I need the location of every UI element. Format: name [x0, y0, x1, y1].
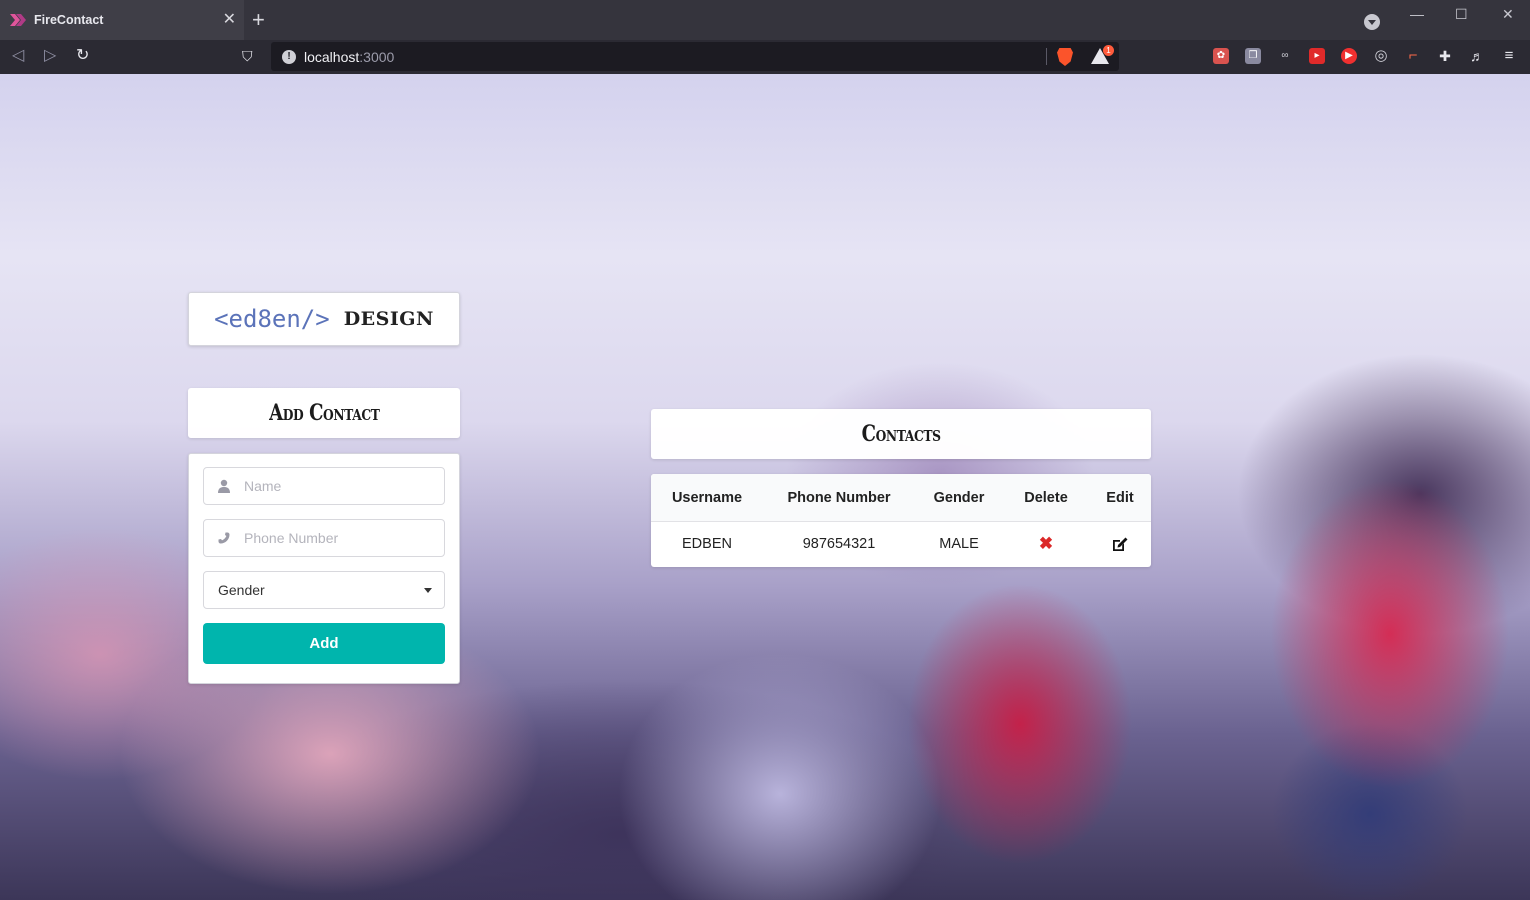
- edit-icon[interactable]: [1112, 536, 1129, 552]
- column-header-edit: Edit: [1106, 489, 1134, 506]
- brave-shield-icon[interactable]: [1057, 48, 1073, 66]
- user-icon: [204, 479, 244, 493]
- tab-title: FireContact: [34, 13, 104, 27]
- url-host: localhost: [304, 48, 360, 65]
- browser-navbar: ◁ ▷ ↻ ⛉ ! localhost :3000 1 ✿ ❐ ∞ ▸ ▶ ◎ …: [0, 40, 1530, 74]
- add-contact-header: Add Contact: [188, 388, 460, 438]
- column-header-delete: Delete: [1024, 489, 1068, 506]
- minimize-icon[interactable]: —: [1410, 6, 1424, 22]
- cell-gender: MALE: [939, 536, 979, 552]
- brand-logo: <ed8en/> DESIGN: [188, 292, 460, 346]
- media-playlist-icon[interactable]: ♬: [1469, 48, 1485, 64]
- extension-icon-2[interactable]: ❐: [1245, 48, 1261, 64]
- window-close-icon[interactable]: ✕: [1502, 6, 1514, 23]
- page-background: <ed8en/> DESIGN Add Contact Gender Add C…: [0, 74, 1530, 900]
- logo-design-text: DESIGN: [343, 308, 434, 330]
- extension-icon-1[interactable]: ✿: [1213, 48, 1229, 64]
- back-icon[interactable]: ◁: [12, 46, 24, 66]
- table-header-row: Username Phone Number Gender Delete Edit: [651, 474, 1151, 522]
- target-icon[interactable]: ◎: [1373, 48, 1389, 64]
- tab-close-icon[interactable]: ✕: [223, 12, 236, 28]
- extension-icon-7[interactable]: ⌐: [1405, 48, 1421, 64]
- extensions-puzzle-icon[interactable]: ✚: [1437, 48, 1453, 64]
- youtube-icon[interactable]: ▶: [1341, 48, 1357, 64]
- site-info-icon[interactable]: !: [282, 49, 296, 64]
- forward-icon[interactable]: ▷: [44, 46, 56, 66]
- add-contact-title: Add Contact: [268, 400, 380, 426]
- browser-tab[interactable]: FireContact ✕: [0, 0, 244, 40]
- table-row: EDBEN 987654321 MALE ✖: [651, 522, 1151, 566]
- extension-icon-4[interactable]: ▸: [1309, 48, 1325, 64]
- url-port: :3000: [359, 48, 395, 65]
- column-header-gender: Gender: [933, 489, 985, 506]
- extension-icon-3[interactable]: ∞: [1277, 48, 1293, 64]
- phone-input[interactable]: [244, 530, 434, 546]
- add-contact-form: Gender Add: [188, 453, 460, 684]
- name-field[interactable]: [203, 467, 445, 505]
- maximize-icon[interactable]: ☐: [1455, 6, 1468, 23]
- name-input[interactable]: [244, 478, 434, 494]
- gender-select[interactable]: Gender: [203, 571, 445, 609]
- logo-code-text: <ed8en/>: [214, 305, 330, 333]
- bookmark-icon[interactable]: ⛉: [242, 46, 253, 66]
- column-header-phone: Phone Number: [787, 489, 891, 506]
- contacts-table: Username Phone Number Gender Delete Edit…: [651, 474, 1151, 567]
- gender-select-value: Gender: [218, 582, 265, 598]
- rewards-badge: 1: [1103, 45, 1114, 56]
- profile-dropdown-icon[interactable]: [1364, 14, 1380, 30]
- contacts-title: Contacts: [861, 421, 941, 447]
- reload-icon[interactable]: ↻: [76, 46, 89, 66]
- phone-icon: [204, 532, 244, 544]
- cell-phone: 987654321: [802, 536, 876, 552]
- browser-tabbar: FireContact ✕ + — ☐ ✕: [0, 0, 1530, 40]
- url-divider: [1046, 48, 1047, 65]
- cell-username: EDBEN: [682, 536, 732, 552]
- new-tab-icon[interactable]: +: [252, 9, 265, 31]
- delete-icon[interactable]: ✖: [1039, 534, 1053, 553]
- phone-field[interactable]: [203, 519, 445, 557]
- add-button[interactable]: Add: [203, 623, 445, 664]
- menu-icon[interactable]: ≡: [1501, 48, 1517, 64]
- edit-button[interactable]: [1089, 536, 1151, 552]
- contacts-header: Contacts: [651, 409, 1151, 459]
- app-logo-icon: [10, 14, 26, 26]
- url-bar[interactable]: ! localhost :3000 1: [271, 42, 1119, 71]
- column-header-username: Username: [671, 489, 743, 506]
- dropdown-caret-icon: [424, 587, 432, 593]
- delete-button[interactable]: ✖: [1003, 534, 1089, 554]
